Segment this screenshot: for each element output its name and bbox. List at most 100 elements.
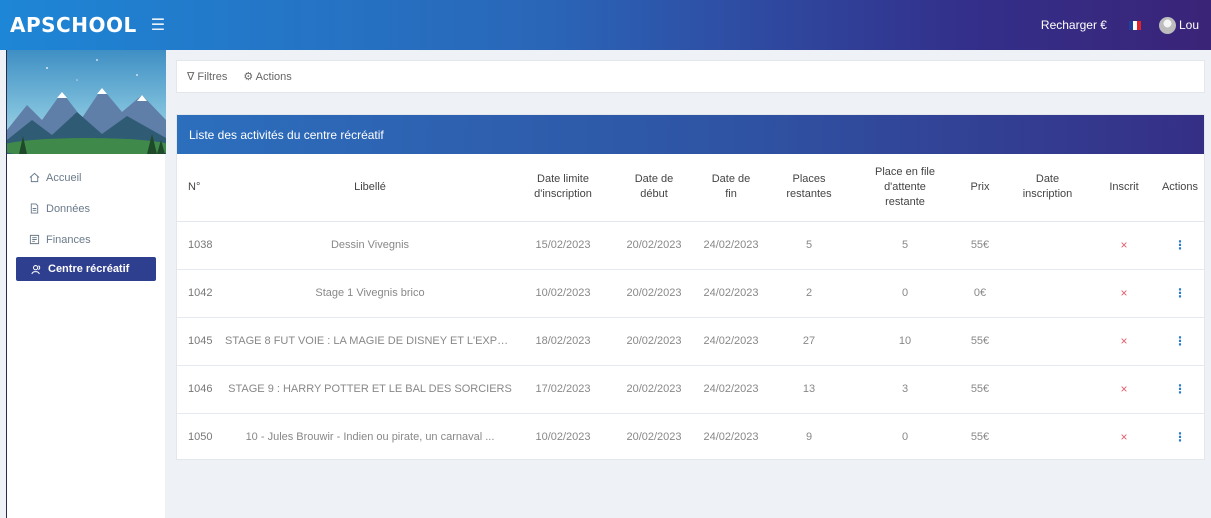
- cell-num: 1038: [177, 221, 225, 270]
- filters-button[interactable]: ∇ Filtres: [187, 70, 227, 83]
- sidebar-item-finances[interactable]: Finances: [7, 224, 165, 255]
- hamburger-menu-icon[interactable]: ☰: [151, 15, 165, 35]
- table-row[interactable]: 1045 STAGE 8 FUT VOIE : LA MAGIE DE DISN…: [177, 317, 1204, 366]
- cell-label: STAGE 9 : HARRY POTTER ET LE BAL DES SOR…: [225, 365, 515, 414]
- not-registered-icon: ×: [1092, 317, 1156, 366]
- cell-waitlist: 3: [853, 365, 957, 414]
- table-row[interactable]: 1046 STAGE 9 : HARRY POTTER ET LE BAL DE…: [177, 365, 1204, 414]
- not-registered-icon: ×: [1092, 269, 1156, 318]
- cell-waitlist: 5: [853, 221, 957, 270]
- cell-label: Stage 1 Vivegnis brico: [225, 269, 515, 318]
- row-actions-menu-icon[interactable]: ⋮: [1156, 317, 1204, 366]
- col-header-label[interactable]: Libellé: [225, 154, 515, 222]
- document-icon: [30, 203, 39, 214]
- col-header-registered[interactable]: Inscrit: [1092, 154, 1156, 222]
- cell-deadline: 17/02/2023: [515, 365, 611, 414]
- cell-label: 10 - Jules Brouwir - Indien ou pirate, u…: [245, 431, 495, 444]
- cell-signup-date: [1003, 413, 1092, 461]
- cell-price: 55€: [957, 317, 1003, 366]
- cell-end: 24/02/2023: [697, 365, 765, 414]
- cell-price: 55€: [957, 221, 1003, 270]
- flag-red-stripe: [1136, 20, 1141, 30]
- cell-end: 24/02/2023: [697, 317, 765, 366]
- sidebar-item-label: Données: [46, 202, 91, 215]
- sidebar-item-donnees[interactable]: Données: [7, 193, 165, 224]
- ledger-icon: [29, 234, 40, 245]
- row-actions-menu-icon[interactable]: ⋮: [1156, 365, 1204, 414]
- table-row[interactable]: 1038 Dessin Vivegnis 15/02/2023 20/02/20…: [177, 221, 1204, 270]
- cell-places: 9: [805, 431, 813, 444]
- cell-end: 24/02/2023: [703, 431, 759, 444]
- recharge-button[interactable]: Recharger €: [1041, 18, 1107, 32]
- user-name[interactable]: Lou: [1179, 18, 1199, 32]
- col-header-deadline[interactable]: Date limite d'inscription: [515, 154, 611, 222]
- header-line: d'inscription: [534, 188, 592, 201]
- actions-button[interactable]: ⚙ Actions: [243, 70, 291, 83]
- people-icon: [31, 264, 41, 274]
- sidebar: Accueil Données Finances Centre récréati…: [6, 50, 166, 518]
- header-line: restante: [885, 195, 925, 208]
- avatar[interactable]: [1158, 16, 1176, 34]
- table-header-row: N° Libellé Date limite d'inscription Date…: [177, 154, 1204, 222]
- col-header-start[interactable]: Date de début: [611, 154, 697, 222]
- header-line: Date: [1035, 173, 1060, 186]
- header-line: inscription: [1022, 188, 1073, 201]
- cell-start: 20/02/2023: [611, 365, 697, 414]
- cell-price: 55€: [970, 431, 990, 444]
- cell-signup-date: [1003, 269, 1092, 318]
- cell-waitlist: 0: [853, 269, 957, 318]
- brand[interactable]: APSCHOOL ☰: [0, 13, 165, 37]
- cell-start: 20/02/2023: [611, 221, 697, 270]
- row-actions-menu-icon[interactable]: ⋮: [1156, 221, 1204, 270]
- cell-label: STAGE 8 FUT VOIE : LA MAGIE DE DISNEY ET…: [225, 317, 515, 366]
- sidebar-item-label: Finances: [46, 233, 91, 246]
- not-registered-icon: ×: [1120, 430, 1128, 445]
- cell-deadline: 10/02/2023: [535, 431, 591, 444]
- header-line: Date limite: [537, 173, 589, 186]
- col-header-num[interactable]: N°: [177, 154, 225, 222]
- header-line: d'attente: [884, 180, 926, 193]
- cell-start: 20/02/2023: [626, 431, 682, 444]
- not-registered-icon: ×: [1092, 221, 1156, 270]
- cell-deadline: 10/02/2023: [515, 269, 611, 318]
- cell-signup-date: [1003, 365, 1092, 414]
- col-header-signup-date[interactable]: Date inscription: [1003, 154, 1092, 222]
- table-row[interactable]: 1050 10 - Jules Brouwir - Indien ou pira…: [177, 413, 1204, 461]
- cell-label: Dessin Vivegnis: [225, 221, 515, 270]
- sidebar-item-centre-recreatif[interactable]: Centre récréatif: [16, 257, 156, 281]
- cell-places: 2: [765, 269, 853, 318]
- cell-places: 5: [765, 221, 853, 270]
- cell-end: 24/02/2023: [697, 221, 765, 270]
- cell-end: 24/02/2023: [697, 269, 765, 318]
- activities-table: N° Libellé Date limite d'inscription Date…: [177, 154, 1204, 461]
- app-name: APSCHOOL: [10, 13, 137, 37]
- cell-signup-date: [1003, 221, 1092, 270]
- cell-num: 1050: [188, 431, 213, 444]
- header-line: Place en file: [875, 165, 935, 178]
- cell-start: 20/02/2023: [611, 269, 697, 318]
- sidebar-item-accueil[interactable]: Accueil: [7, 162, 165, 193]
- header-line: fin: [725, 188, 737, 201]
- col-header-actions: Actions: [1156, 154, 1204, 222]
- header-line: Date de: [634, 173, 674, 186]
- col-header-price[interactable]: Prix: [957, 154, 1003, 222]
- table-title: Liste des activités du centre récréatif: [177, 115, 1204, 154]
- header-line: Places: [792, 173, 826, 186]
- activities-card: Liste des activités du centre récréatif …: [176, 114, 1205, 460]
- row-actions-menu-icon[interactable]: ⋮: [1156, 269, 1204, 318]
- home-icon: [29, 172, 40, 183]
- mountain-banner-image: [7, 50, 166, 154]
- row-actions-menu-icon[interactable]: ⋮: [1156, 413, 1204, 461]
- main-content: ∇ Filtres ⚙ Actions Liste des activités …: [166, 50, 1211, 518]
- cell-num: 1046: [177, 365, 225, 414]
- table-row[interactable]: 1042 Stage 1 Vivegnis brico 10/02/2023 2…: [177, 269, 1204, 318]
- cell-deadline: 15/02/2023: [515, 221, 611, 270]
- sidebar-item-label: Accueil: [46, 171, 82, 184]
- cell-price: 55€: [957, 365, 1003, 414]
- not-registered-icon: ×: [1092, 365, 1156, 414]
- col-header-places[interactable]: Places restantes: [765, 154, 853, 222]
- language-flag-icon[interactable]: [1128, 20, 1141, 30]
- col-header-waitlist[interactable]: Place en file d'attente restante: [853, 154, 957, 222]
- sidebar-nav: Accueil Données Finances Centre récréati…: [7, 154, 165, 281]
- col-header-end[interactable]: Date de fin: [697, 154, 765, 222]
